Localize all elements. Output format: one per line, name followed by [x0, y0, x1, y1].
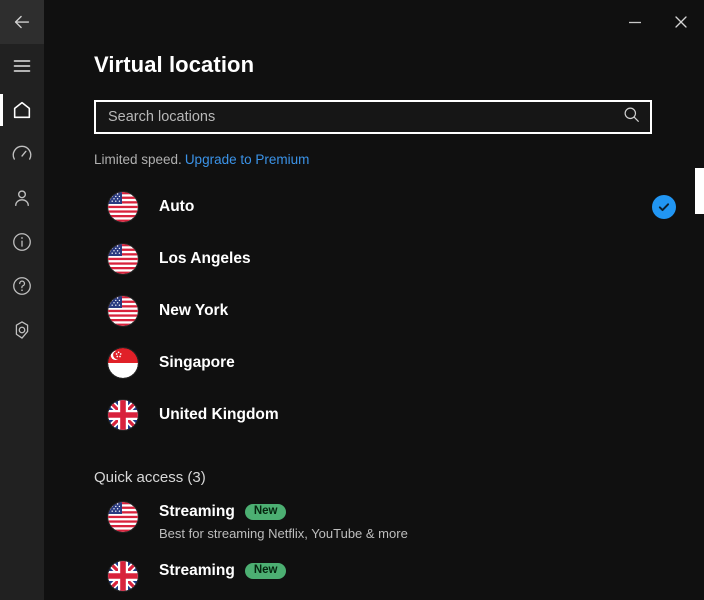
quick-access-title: Streaming	[159, 562, 235, 579]
search-icon[interactable]	[623, 106, 640, 128]
quick-access-title: Streaming	[159, 503, 235, 520]
location-label: United Kingdom	[159, 406, 279, 423]
upgrade-to-premium-link[interactable]: Upgrade to Premium	[185, 152, 310, 167]
flag-icon-sg	[108, 348, 138, 378]
location-row-united-kingdom[interactable]: United Kingdom	[44, 389, 704, 441]
location-row-auto[interactable]: Auto	[44, 181, 704, 233]
search-input[interactable]	[108, 109, 615, 125]
speedometer-icon	[11, 143, 33, 165]
quick-access-row-streaming-us[interactable]: Streaming New Best for streaming Netflix…	[44, 492, 704, 551]
info-circle-icon	[11, 231, 33, 253]
sidebar	[0, 0, 44, 600]
sidebar-item-help[interactable]	[0, 264, 44, 308]
sidebar-item-speed[interactable]	[0, 132, 44, 176]
vertical-scrollbar-track[interactable]	[692, 0, 704, 600]
location-row-singapore[interactable]: Singapore	[44, 337, 704, 389]
hamburger-menu-icon	[12, 56, 32, 76]
quick-access-title-line: Streaming New	[159, 503, 408, 521]
limited-speed-notice: Limited speed. Upgrade to Premium	[94, 152, 704, 167]
sidebar-item-home[interactable]	[0, 88, 44, 132]
close-button[interactable]	[658, 0, 704, 44]
arrow-left-icon	[11, 11, 33, 33]
quick-access-title-line: Streaming New	[159, 562, 287, 580]
location-row-los-angeles[interactable]: Los Angeles	[44, 233, 704, 285]
flag-icon-us	[108, 192, 138, 222]
new-badge: New	[244, 503, 287, 521]
quick-access-text: Streaming New	[159, 561, 287, 580]
quick-access-heading: Quick access (3)	[94, 469, 206, 486]
flag-icon-us	[108, 502, 138, 532]
main-content: Virtual location Limited speed.Upgrade t…	[44, 0, 704, 600]
flag-icon-us	[108, 244, 138, 274]
location-label: Los Angeles	[159, 250, 251, 267]
quick-access-row-streaming-gb[interactable]: Streaming New	[44, 551, 704, 600]
close-icon	[674, 15, 688, 29]
limited-speed-text: Limited speed.	[94, 152, 182, 167]
flag-icon-gb	[108, 561, 138, 591]
flag-icon-gb	[108, 400, 138, 430]
location-label: Singapore	[159, 354, 235, 371]
quick-access-text: Streaming New Best for streaming Netflix…	[159, 502, 408, 541]
window-controls	[612, 0, 704, 44]
location-label: Auto	[159, 198, 195, 215]
sidebar-item-info[interactable]	[0, 220, 44, 264]
location-label: New York	[159, 302, 229, 319]
location-list: Auto Los Angeles New York Singapore Unit…	[44, 181, 704, 441]
minimize-button[interactable]	[612, 0, 658, 44]
sidebar-item-menu[interactable]	[0, 44, 44, 88]
new-badge: New	[244, 562, 287, 580]
minimize-icon	[628, 15, 642, 29]
home-icon	[11, 99, 33, 121]
question-circle-icon	[11, 275, 33, 297]
sidebar-item-account[interactable]	[0, 176, 44, 220]
person-icon	[11, 187, 33, 209]
search-box[interactable]	[94, 100, 652, 134]
vertical-scrollbar-thumb[interactable]	[695, 168, 704, 214]
gear-icon	[11, 319, 33, 341]
flag-icon-us	[108, 296, 138, 326]
sidebar-item-settings[interactable]	[0, 308, 44, 352]
sidebar-item-back[interactable]	[0, 0, 44, 44]
location-row-new-york[interactable]: New York	[44, 285, 704, 337]
selected-check-icon	[652, 195, 676, 219]
page-title: Virtual location	[94, 52, 255, 77]
quick-access-subtitle: Best for streaming Netflix, YouTube & mo…	[159, 526, 408, 541]
